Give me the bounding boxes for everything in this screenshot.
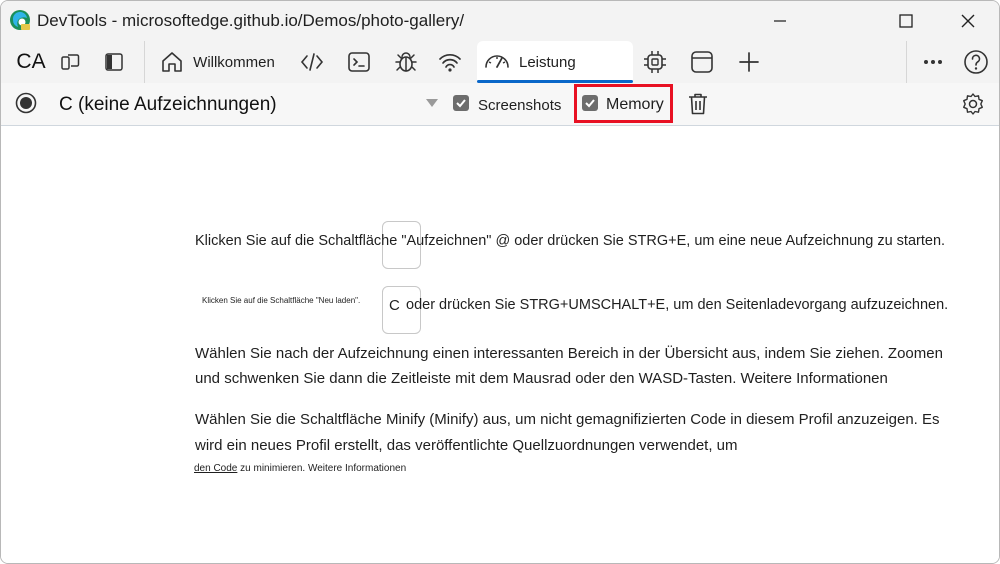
device-toolbar-icon (61, 54, 80, 70)
tab-application[interactable] (685, 41, 719, 83)
sidebar-icon (105, 53, 123, 71)
settings-gear-icon[interactable] (961, 92, 985, 116)
edge-dev-logo-icon (10, 10, 30, 30)
tab-elements[interactable] (295, 41, 329, 83)
trash-icon[interactable] (687, 92, 709, 116)
screenshots-checkbox[interactable] (453, 95, 469, 111)
recording-select[interactable]: C (keine Aufzeichnungen) (59, 94, 277, 116)
console-icon (348, 52, 370, 72)
learn-more-link[interactable]: den Code (194, 463, 237, 474)
home-icon (162, 52, 182, 72)
plus-icon (739, 52, 759, 72)
toggle-sidebar-button[interactable] (99, 41, 129, 83)
record-button-icon[interactable] (15, 92, 37, 114)
minimize-icon (774, 20, 786, 22)
performance-toolbar: C (keine Aufzeichnungen) Screenshots Mem… (1, 83, 999, 126)
checkmark-icon (456, 99, 466, 108)
close-window-button[interactable] (937, 1, 999, 41)
minify-small-text: zu minimieren. Weitere Informationen (237, 463, 407, 474)
maximize-icon (899, 14, 913, 28)
help-icon (964, 50, 988, 74)
tabbar-divider (144, 41, 145, 83)
more-horizontal-icon (924, 60, 942, 64)
device-toolbar-button[interactable] (55, 41, 85, 83)
minify-instructions-line2: wird ein neues Profil erstellt, das verö… (195, 437, 738, 454)
tab-sources[interactable] (389, 41, 423, 83)
tab-console[interactable] (342, 41, 376, 83)
reload-key-label: C (389, 297, 400, 314)
minimize-button[interactable] (749, 1, 811, 41)
screenshots-label[interactable]: Screenshots (478, 97, 561, 114)
tab-network[interactable] (433, 41, 467, 83)
tabbar-divider (906, 41, 907, 83)
customize-menu-button[interactable] (915, 41, 951, 83)
window-title: DevTools - microsoftedge.github.io/Demos… (37, 11, 465, 30)
device-emulation-label[interactable]: CA (11, 41, 51, 83)
zoom-instructions-line1: Wählen Sie nach der Aufzeichnung einen i… (195, 345, 943, 362)
performance-landing-panel: Klicken Sie auf die Schaltfläche "Aufzei… (1, 126, 999, 563)
tab-leistung[interactable]: Leistung (477, 41, 633, 83)
reload-instructions-small: Klicken Sie auf die Schaltfläche "Neu la… (202, 296, 361, 305)
tab-label: Leistung (519, 53, 576, 71)
performance-gauge-icon (485, 55, 509, 68)
reload-instructions: oder drücken Sie STRG+UMSCHALT+E, um den… (406, 297, 949, 313)
memory-highlight-box (574, 84, 673, 123)
bug-icon (395, 52, 417, 72)
title-bar: DevTools - microsoftedge.github.io/Demos… (1, 1, 999, 41)
devtools-tab-bar: CA Willkommen Leistung (1, 41, 999, 84)
close-icon (961, 14, 975, 28)
help-button[interactable] (959, 41, 993, 83)
cpu-icon (644, 51, 666, 73)
tab-label: Willkommen (193, 53, 275, 71)
more-tools-button[interactable] (732, 41, 766, 83)
code-icon (300, 53, 324, 71)
tab-willkommen[interactable]: Willkommen (157, 41, 277, 83)
application-icon (691, 51, 713, 73)
minify-instructions-small: den Code zu minimieren. Weitere Informat… (194, 463, 406, 474)
record-instructions: Klicken Sie auf die Schaltfläche "Aufzei… (195, 233, 946, 249)
wifi-icon (439, 53, 461, 72)
maximize-button[interactable] (875, 1, 937, 41)
tab-memory[interactable] (638, 41, 672, 83)
devtools-window: DevTools - microsoftedge.github.io/Demos… (0, 0, 1000, 564)
zoom-instructions-line2: und schwenken Sie dann die Zeitleiste mi… (195, 370, 888, 387)
minify-instructions-line1: Wählen Sie die Schaltfläche Minify (Mini… (195, 411, 940, 428)
chevron-down-icon[interactable] (426, 99, 438, 107)
